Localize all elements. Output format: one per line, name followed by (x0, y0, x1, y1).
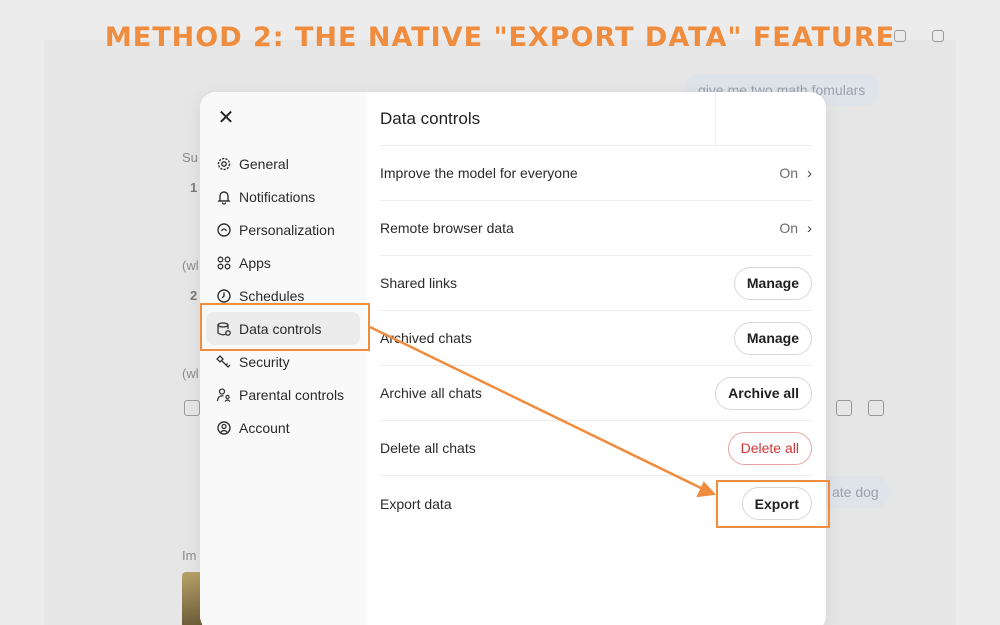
divider (715, 92, 716, 145)
background-fragment: Su (182, 150, 198, 165)
setting-label: Remote browser data (380, 220, 514, 236)
chevron-right-icon: › (807, 164, 812, 182)
sidebar-item-label: Personalization (239, 221, 335, 238)
copy-icon (184, 400, 200, 416)
sidebar-item-label: Apps (239, 254, 271, 271)
personalization-icon (217, 222, 231, 237)
annotation-highlight-export (716, 480, 830, 528)
sidebar-item-label: Notifications (239, 188, 316, 205)
manage-archived-chats-button[interactable]: Manage (733, 321, 812, 355)
background-fragment: (wl (182, 366, 199, 381)
sidebar-item-label: General (239, 155, 289, 172)
setting-row-improve-model: Improve the model for everyone On › (380, 146, 812, 201)
sidebar-item-label: Security (239, 353, 290, 370)
settings-modal: ✕ General Notifications Personalization … (200, 92, 826, 625)
sidebar-item-parental-controls[interactable]: Parental controls (206, 378, 360, 411)
remote-browser-data-toggle[interactable]: On › (779, 220, 812, 237)
background-fragment: (wl (182, 258, 199, 273)
setting-label: Archive all chats (380, 385, 482, 401)
sidebar-item-notifications[interactable]: Notifications (206, 180, 360, 213)
panel-title: Data controls (380, 109, 481, 128)
sidebar-item-account[interactable]: Account (206, 411, 360, 444)
setting-label: Improve the model for everyone (380, 165, 578, 181)
sidebar-item-label: Parental controls (239, 386, 345, 403)
account-icon (217, 420, 231, 435)
settings-sidebar: ✕ General Notifications Personalization … (200, 92, 366, 625)
setting-value: On (779, 165, 798, 181)
background-fragment: 2 (190, 288, 198, 303)
background-fragment: 1 (190, 180, 198, 195)
background-fragment: Im (182, 548, 197, 563)
close-button[interactable]: ✕ (216, 108, 236, 128)
gear-icon (217, 157, 231, 170)
key-icon (216, 354, 231, 368)
apps-grid-icon (217, 256, 231, 269)
background-image-thumbnail (182, 572, 202, 625)
sidebar-item-personalization[interactable]: Personalization (206, 213, 360, 246)
annotation-highlight-data-controls (200, 303, 370, 351)
background-action-icon (836, 400, 852, 416)
setting-label: Archived chats (380, 330, 472, 346)
setting-row-archive-all: Archive all chats Archive all (380, 366, 812, 421)
sidebar-item-label: Schedules (239, 287, 305, 304)
bell-icon (217, 190, 231, 205)
delete-all-button[interactable]: Delete all (727, 431, 812, 465)
clock-icon (217, 288, 231, 303)
sidebar-item-apps[interactable]: Apps (206, 246, 360, 279)
manage-shared-links-button[interactable]: Manage (733, 266, 812, 300)
archive-all-button[interactable]: Archive all (715, 376, 812, 410)
chevron-right-icon: › (807, 219, 812, 237)
setting-value: On (779, 220, 798, 236)
setting-row-archived-chats: Archived chats Manage (380, 311, 812, 366)
sidebar-item-general[interactable]: General (206, 147, 360, 180)
background-action-icon (868, 400, 884, 416)
setting-label: Delete all chats (380, 440, 476, 456)
setting-row-shared-links: Shared links Manage (380, 256, 812, 311)
setting-label: Export data (380, 495, 452, 512)
setting-row-remote-browser-data: Remote browser data On › (380, 201, 812, 256)
sidebar-item-label: Account (239, 419, 290, 436)
settings-panel: Data controls Improve the model for ever… (366, 92, 826, 625)
setting-label: Shared links (380, 275, 458, 291)
setting-row-delete-all: Delete all chats Delete all (380, 421, 812, 476)
page-headline: METHOD 2: THE NATIVE "EXPORT DATA" FEATU… (104, 22, 896, 53)
improve-model-toggle[interactable]: On › (779, 165, 812, 182)
parental-icon (216, 387, 231, 402)
